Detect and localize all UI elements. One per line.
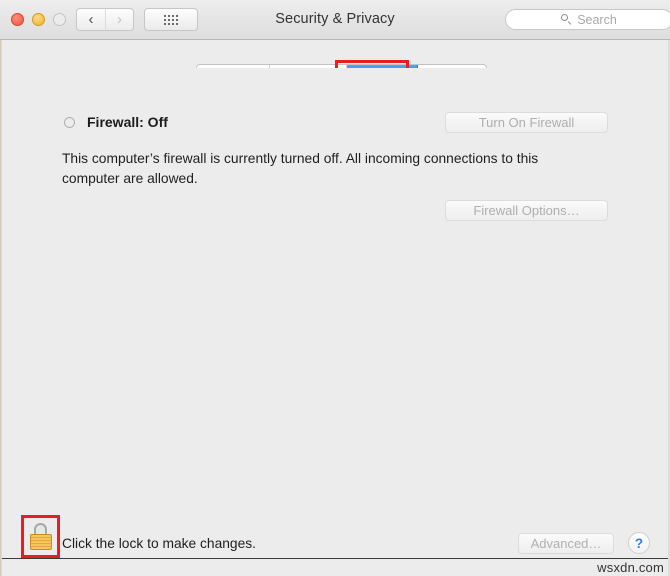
watermark: wsxdn.com: [597, 560, 664, 575]
status-circle-off-icon: [64, 116, 75, 128]
advanced-button[interactable]: Advanced…: [518, 533, 614, 554]
search-placeholder: Search: [577, 12, 617, 27]
firewall-status-label: Firewall: Off: [87, 114, 168, 130]
help-button[interactable]: ?: [628, 532, 650, 554]
lock-hint-text: Click the lock to make changes.: [62, 536, 257, 551]
tab-bar: General FileVault Firewall Privacy: [0, 41, 670, 88]
search-icon: [561, 14, 572, 25]
closed-lock-icon[interactable]: [29, 523, 52, 550]
security-privacy-window: ‹ › Security & Privacy Search General Fi…: [0, 0, 670, 576]
annotation-box-lock-icon: [21, 515, 60, 558]
search-field[interactable]: Search: [505, 9, 670, 30]
titlebar: ‹ › Security & Privacy Search: [0, 0, 670, 40]
firewall-description: This computer’s firewall is currently tu…: [62, 151, 539, 186]
bottom-bar: [2, 558, 668, 576]
lock-body: [29, 534, 52, 550]
turn-on-firewall-button[interactable]: Turn On Firewall: [445, 112, 608, 133]
firewall-pane: Firewall: Off This computer’s firewall i…: [2, 68, 668, 558]
firewall-options-button[interactable]: Firewall Options…: [445, 200, 608, 221]
firewall-status-row: Firewall: Off: [64, 114, 168, 130]
